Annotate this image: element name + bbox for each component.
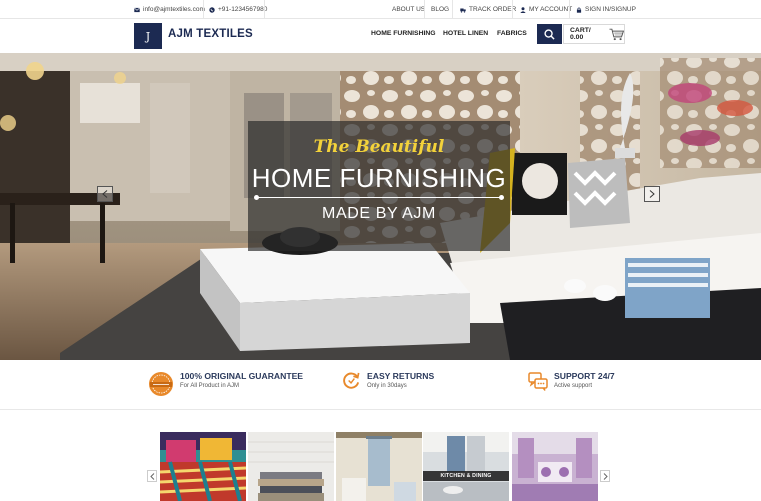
feature-subtitle: For All Product in AJM: [180, 383, 240, 389]
blog-label: BLOG: [431, 6, 450, 13]
hero-tagline: The Beautiful: [313, 137, 445, 157]
feature-title: SUPPORT 24/7: [554, 371, 615, 381]
kitchen-dining-image: [423, 432, 509, 501]
search-icon: [544, 28, 555, 40]
about-us-label: ABOUT US: [392, 6, 426, 13]
track-order-link[interactable]: TRACK ORDER: [460, 0, 516, 19]
mail-icon: [134, 7, 140, 12]
sign-in-link[interactable]: SIGN IN/SIGNUP: [576, 0, 636, 19]
site-header: J AJM TEXTILES HOME FURNISHING HOTEL LIN…: [0, 19, 761, 53]
my-account-link[interactable]: MY ACCOUNT: [520, 0, 572, 19]
cart-icon: [609, 28, 624, 40]
cart-button[interactable]: CART/ 0.00: [563, 24, 625, 44]
logo-text[interactable]: AJM TEXTILES: [168, 28, 253, 40]
caption-divider-dot: [254, 195, 259, 200]
blog-link[interactable]: BLOG: [431, 0, 449, 19]
divider: [452, 0, 453, 19]
divider: [512, 0, 513, 19]
feature-easy-returns: EASY RETURNS Only in 30days: [342, 371, 434, 390]
hero-slider: The Beautiful HOME FURNISHING MADE BY AJ…: [0, 53, 761, 360]
category-tile-curtains[interactable]: [512, 432, 598, 501]
phone-contact[interactable]: +91-1234567980: [209, 0, 267, 19]
category-tile-blankets[interactable]: [248, 432, 334, 501]
features-strip: 100% ORIGINAL GUARANTEE For All Product …: [0, 360, 761, 410]
cart-label: CART/ 0.00: [570, 27, 591, 41]
email-text: info@ajmtextiles.com: [143, 6, 205, 13]
nav-hotel-linen[interactable]: HOTEL LINEN: [443, 30, 488, 37]
feature-subtitle: Only in 30days: [367, 383, 407, 389]
hero-caption: The Beautiful HOME FURNISHING MADE BY AJ…: [248, 121, 510, 251]
support-chat-icon: [528, 372, 548, 391]
blankets-image: [248, 432, 334, 501]
category-tile-bedding[interactable]: [160, 432, 246, 501]
divider: [203, 0, 204, 19]
returns-icon: [343, 372, 360, 389]
sign-in-label: SIGN IN/SIGNUP: [585, 6, 636, 13]
feature-subtitle: Active support: [554, 383, 593, 389]
feature-title: 100% ORIGINAL GUARANTEE: [180, 371, 304, 381]
divider: [569, 0, 570, 19]
user-icon: [520, 6, 526, 13]
truck-icon: [460, 8, 466, 13]
category-tile-towels[interactable]: [336, 432, 422, 501]
original-seal-icon: [149, 372, 173, 396]
hero-subtitle: MADE BY AJM: [322, 205, 436, 222]
top-bar: info@ajmtextiles.com +91-1234567980 ABOU…: [0, 0, 761, 19]
chevron-right-icon: [603, 472, 608, 480]
about-us-link[interactable]: ABOUT US: [392, 0, 425, 19]
feature-title: EASY RETURNS: [367, 371, 435, 381]
nav-fabrics[interactable]: FABRICS: [497, 30, 527, 37]
chevron-right-icon: [649, 190, 655, 198]
carousel-prev-button[interactable]: [147, 470, 157, 482]
nav-home-furnishing[interactable]: HOME FURNISHING: [371, 30, 436, 37]
hero-title: HOME FURNISHING: [251, 163, 507, 193]
category-tile-kitchen-dining[interactable]: KITCHEN & DINING: [423, 432, 509, 501]
bedding-image: [160, 432, 246, 501]
track-order-label: TRACK ORDER: [469, 6, 517, 13]
caption-divider-dot: [499, 195, 504, 200]
phone-icon: [209, 6, 215, 13]
towels-image: [336, 432, 422, 501]
chevron-left-icon: [149, 472, 154, 480]
logo-mark[interactable]: J: [134, 23, 162, 49]
category-label: KITCHEN & DINING: [423, 471, 509, 481]
search-button[interactable]: [537, 24, 562, 44]
email-contact[interactable]: info@ajmtextiles.com: [134, 0, 205, 19]
category-carousel: KITCHEN & DINING: [0, 410, 761, 501]
slider-next-button[interactable]: [644, 186, 660, 202]
divider: [264, 0, 265, 19]
feature-original-guarantee: 100% ORIGINAL GUARANTEE For All Product …: [148, 371, 303, 397]
feature-support: SUPPORT 24/7 Active support: [528, 371, 615, 391]
my-account-label: MY ACCOUNT: [529, 6, 573, 13]
slider-prev-button[interactable]: [97, 186, 113, 202]
phone-text: +91-1234567980: [218, 6, 268, 13]
lock-icon: [576, 7, 582, 13]
chevron-left-icon: [102, 190, 108, 198]
caption-divider: [256, 197, 502, 198]
divider: [424, 0, 425, 19]
carousel-next-button[interactable]: [600, 470, 610, 482]
curtains-image: [512, 432, 598, 501]
logo-mark-letter: J: [145, 29, 151, 43]
